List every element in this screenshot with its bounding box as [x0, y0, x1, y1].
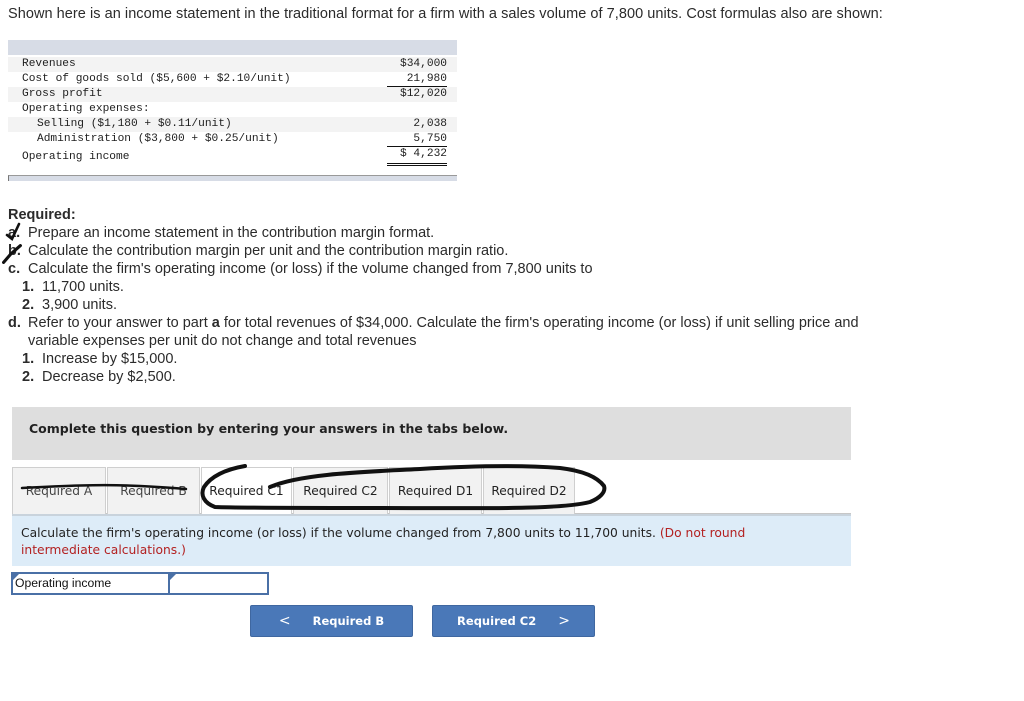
- item-letter: c.: [8, 261, 21, 277]
- table-footer-bar: [8, 175, 457, 181]
- subitem-text: Increase by $15,000.: [42, 351, 178, 367]
- row-value: 21,980: [387, 72, 447, 87]
- table-header-bar: [8, 40, 457, 55]
- row-label: Operating expenses:: [22, 103, 150, 115]
- operating-income-input-cell[interactable]: [169, 572, 269, 595]
- row-value: 5,750: [387, 132, 447, 147]
- tab-required-b[interactable]: Required B: [107, 467, 200, 514]
- subitem-number: 2.: [22, 297, 35, 313]
- required-item-a: a. Prepare an income statement in the co…: [5, 222, 859, 242]
- row-value: $ 4,232: [387, 147, 447, 166]
- table-row: Gross profit $12,020: [8, 87, 457, 102]
- row-label: Gross profit: [22, 88, 103, 100]
- item-text: Calculate the contribution margin per un…: [28, 243, 509, 259]
- item-text: Calculate the firm's operating income (o…: [28, 261, 593, 277]
- next-button-label: Required C2: [457, 614, 537, 628]
- required-item-d-line2: variable expenses per unit do not change…: [8, 332, 859, 350]
- table-row: Cost of goods sold ($5,600 + $2.10/unit)…: [8, 72, 457, 87]
- instruction-main: Calculate the firm's operating income (o…: [21, 526, 656, 540]
- item-text: for total revenues of $34,000. Calculate…: [219, 315, 859, 331]
- item-text: Prepare an income statement in the contr…: [28, 225, 435, 241]
- tab-required-a[interactable]: Required A: [12, 467, 106, 514]
- chevron-left-icon: <: [278, 613, 291, 629]
- checkmark-icon: [5, 222, 21, 242]
- operating-income-label-cell[interactable]: Operating income: [11, 572, 169, 595]
- operating-income-label: Operating income: [15, 576, 112, 590]
- tab-instruction-text: Calculate the firm's operating income (o…: [21, 525, 821, 559]
- tab-required-d2[interactable]: Required D2: [483, 467, 575, 514]
- subitem-text: 11,700 units.: [42, 279, 124, 295]
- required-title: Required:: [8, 207, 76, 223]
- tab-required-d1[interactable]: Required D1: [389, 467, 482, 514]
- required-item-d: d. Refer to your answer to part a for to…: [8, 314, 859, 332]
- subitem-text: 3,900 units.: [42, 297, 117, 313]
- table-row: Revenues $34,000: [8, 57, 457, 72]
- row-label: Operating income: [22, 151, 130, 163]
- subitem-number: 1.: [22, 351, 35, 367]
- row-value: $12,020: [400, 88, 447, 100]
- table-row: Administration ($3,800 + $0.25/unit) 5,7…: [8, 132, 457, 147]
- tab-bar: Required A Required B Required C1 Requir…: [12, 467, 851, 515]
- required-subitem: 2. Decrease by $2,500.: [8, 368, 859, 386]
- prev-button-label: Required B: [312, 614, 385, 628]
- row-label: Revenues: [22, 58, 76, 70]
- item-text-bold: a: [211, 315, 220, 331]
- intro-text: Shown here is an income statement in the…: [8, 6, 883, 22]
- income-statement-table: Revenues $34,000 Cost of goods sold ($5,…: [8, 40, 457, 181]
- table-row: Operating expenses:: [8, 102, 457, 117]
- required-subitem: 1. Increase by $15,000.: [8, 350, 859, 368]
- row-label: Administration ($3,800 + $0.25/unit): [37, 133, 279, 145]
- cell-flag-icon: [170, 574, 176, 580]
- subitem-text: Decrease by $2,500.: [42, 369, 176, 385]
- question-instructions-box: Complete this question by entering your …: [12, 407, 851, 460]
- subitem-number: 1.: [22, 279, 35, 295]
- prev-required-b-button[interactable]: < Required B: [250, 605, 413, 637]
- required-item-b: b. Calculate the contribution margin per…: [2, 242, 859, 264]
- tab-required-c2[interactable]: Required C2: [293, 467, 388, 514]
- subitem-number: 2.: [22, 369, 35, 385]
- cell-flag-icon: [13, 574, 19, 580]
- row-value: 2,038: [413, 118, 447, 130]
- chevron-right-icon: >: [558, 613, 570, 629]
- item-text: Refer to your answer to part: [28, 315, 212, 331]
- tab-instruction-box: Calculate the firm's operating income (o…: [12, 514, 851, 566]
- next-required-c2-button[interactable]: Required C2 >: [432, 605, 595, 637]
- row-value: $34,000: [400, 58, 447, 70]
- required-subitem: 1. 11,700 units.: [8, 278, 859, 296]
- table-row: Operating income $ 4,232: [8, 147, 457, 167]
- required-subitem: 2. 3,900 units.: [8, 296, 859, 314]
- question-instructions-text: Complete this question by entering your …: [29, 421, 509, 436]
- operating-income-input[interactable]: [170, 574, 267, 593]
- item-text: variable expenses per unit do not change…: [28, 333, 417, 349]
- row-label: Cost of goods sold ($5,600 + $2.10/unit): [22, 73, 291, 85]
- required-section: Required: a. Prepare an income statement…: [2, 206, 859, 386]
- required-item-c: c. Calculate the firm's operating income…: [8, 260, 859, 278]
- table-row: Selling ($1,180 + $0.11/unit) 2,038: [8, 117, 457, 132]
- answer-row: Operating income: [11, 572, 269, 595]
- item-letter: d.: [8, 315, 21, 331]
- row-label: Selling ($1,180 + $0.11/unit): [37, 118, 232, 130]
- tab-required-c1[interactable]: Required C1: [201, 467, 292, 515]
